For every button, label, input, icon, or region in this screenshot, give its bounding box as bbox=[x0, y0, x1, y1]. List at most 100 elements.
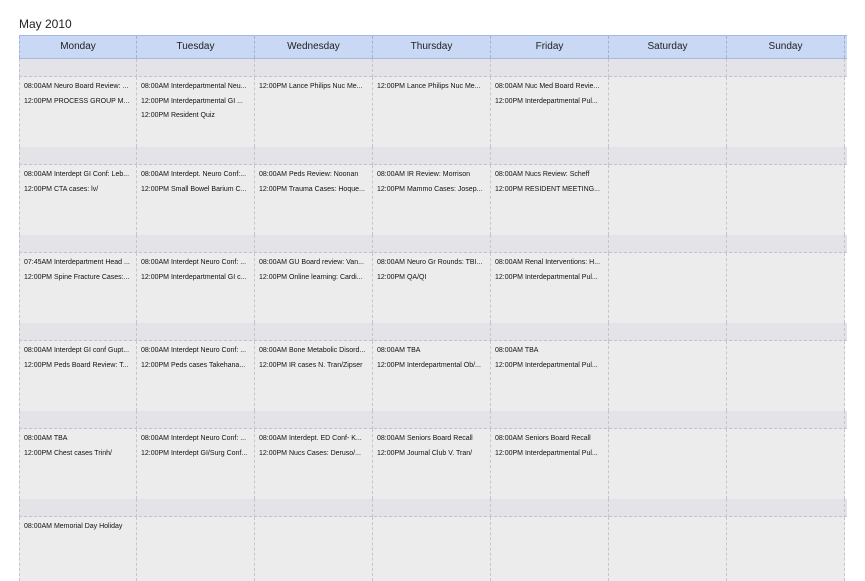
day-cell-saturday[interactable] bbox=[609, 253, 727, 323]
day-cell-wednesday[interactable]: 08:00AM Bone Metabolic Disord... 12:00PM … bbox=[255, 341, 373, 411]
day-cell-monday[interactable]: 07:45AM Interdepartment Head ... 12:00PM … bbox=[19, 253, 137, 323]
calendar-event[interactable]: 12:00PM Online learning: Cardi... bbox=[259, 271, 369, 286]
day-cell-tuesday[interactable]: 08:00AM Interdept. Neuro Conf:... 12:00PM… bbox=[137, 165, 255, 235]
calendar-event[interactable]: 12:00PM Small Bowel Barium C... bbox=[141, 183, 251, 198]
day-cell-saturday[interactable] bbox=[609, 429, 727, 499]
calendar-event[interactable]: 12:00PM Chest cases Trinh/ bbox=[24, 447, 133, 462]
day-cell-friday[interactable]: 08:00AM Nucs Review: Scheff 12:00PM RESID… bbox=[491, 165, 609, 235]
calendar-event[interactable]: 12:00PM Interdepartmental GI ... bbox=[141, 95, 251, 110]
day-cell-sunday[interactable] bbox=[727, 429, 845, 499]
calendar-event[interactable]: 12:00PM Peds cases Takehana... bbox=[141, 359, 251, 374]
day-cell-friday[interactable]: 08:00AM Renal Interventions: H... 12:00PM… bbox=[491, 253, 609, 323]
day-cell-monday[interactable]: 08:00AM Memorial Day Holiday bbox=[19, 517, 137, 581]
calendar-event[interactable]: 07:45AM Interdepartment Head ... bbox=[24, 256, 133, 271]
day-cell-tuesday[interactable]: 08:00AM Interdepartmental Neu... 12:00PM … bbox=[137, 77, 255, 147]
calendar-event[interactable]: 12:00PM Trauma Cases: Hoque... bbox=[259, 183, 369, 198]
day-cell-monday[interactable]: 08:00AM TBA 12:00PM Chest cases Trinh/ bbox=[19, 429, 137, 499]
calendar-event[interactable]: 12:00PM Spine Fracture Cases:... bbox=[24, 271, 133, 286]
day-cell-wednesday[interactable]: 08:00AM Interdept. ED Conf- K... 12:00PM … bbox=[255, 429, 373, 499]
calendar-event[interactable]: 12:00PM PROCESS GROUP M... bbox=[24, 95, 133, 110]
calendar-event[interactable]: 08:00AM Nuc Med Board Revie... bbox=[495, 80, 605, 95]
day-cell-thursday[interactable]: 08:00AM Seniors Board Recall 12:00PM Jour… bbox=[373, 429, 491, 499]
calendar-event[interactable]: 12:00PM Interdepartmental Pul... bbox=[495, 95, 605, 110]
calendar-event[interactable]: 12:00PM CTA cases: lv/ bbox=[24, 183, 133, 198]
day-cell-sunday[interactable] bbox=[727, 517, 845, 581]
calendar-event[interactable]: 12:00PM Peds Board Review: T... bbox=[24, 359, 133, 374]
calendar-event[interactable]: 08:00AM Interdept Neuro Conf: ... bbox=[141, 256, 251, 271]
day-cell-monday[interactable]: 08:00AM Interdept GI conf Gupt... 12:00PM… bbox=[19, 341, 137, 411]
calendar-event[interactable]: 08:00AM Nucs Review: Scheff bbox=[495, 168, 605, 183]
day-cell-friday[interactable] bbox=[491, 517, 609, 581]
calendar-event[interactable]: 08:00AM Interdept. Neuro Conf:... bbox=[141, 168, 251, 183]
day-cell-sunday[interactable] bbox=[727, 77, 845, 147]
calendar-event[interactable]: 12:00PM Resident Quiz bbox=[141, 109, 251, 124]
calendar-event[interactable]: 12:00PM Interdepartmental Ob/... bbox=[377, 359, 487, 374]
all-day-slot bbox=[19, 147, 137, 165]
day-cell-tuesday[interactable]: 08:00AM Interdept Neuro Conf: ... 12:00PM… bbox=[137, 429, 255, 499]
week-row: 08:00AM Memorial Day Holiday bbox=[19, 499, 847, 581]
calendar-event[interactable]: 08:00AM Bone Metabolic Disord... bbox=[259, 344, 369, 359]
calendar-event[interactable]: 12:00PM Nucs Cases: Deruso/... bbox=[259, 447, 369, 462]
calendar-event[interactable]: 12:00PM Lance Philips Nuc Me... bbox=[259, 80, 369, 95]
week-row: 07:45AM Interdepartment Head ... 12:00PM … bbox=[19, 235, 847, 323]
calendar-event[interactable]: 08:00AM Neuro Board Review: ... bbox=[24, 80, 133, 95]
all-day-slot bbox=[727, 59, 845, 77]
calendar-event[interactable]: 12:00PM RESIDENT MEETING... bbox=[495, 183, 605, 198]
day-cell-tuesday[interactable]: 08:00AM Interdept Neuro Conf: ... 12:00PM… bbox=[137, 253, 255, 323]
calendar-event[interactable]: 08:00AM TBA bbox=[377, 344, 487, 359]
day-cell-wednesday[interactable]: 08:00AM Peds Review: Noonan 12:00PM Traum… bbox=[255, 165, 373, 235]
calendar-event[interactable]: 08:00AM Peds Review: Noonan bbox=[259, 168, 369, 183]
calendar-event[interactable]: 08:00AM Interdept GI conf Gupt... bbox=[24, 344, 133, 359]
all-day-slot bbox=[609, 499, 727, 517]
day-cell-tuesday[interactable] bbox=[137, 517, 255, 581]
calendar-event[interactable]: 08:00AM Renal Interventions: H... bbox=[495, 256, 605, 271]
weekday-sunday: Sunday bbox=[727, 36, 845, 58]
calendar-event[interactable]: 08:00AM Memorial Day Holiday bbox=[24, 520, 133, 535]
day-cell-friday[interactable]: 08:00AM TBA 12:00PM Interdepartmental Pul… bbox=[491, 341, 609, 411]
calendar-event[interactable]: 08:00AM Neuro Gr Rounds: TBI... bbox=[377, 256, 487, 271]
day-cell-thursday[interactable]: 12:00PM Lance Philips Nuc Me... bbox=[373, 77, 491, 147]
day-cell-wednesday[interactable] bbox=[255, 517, 373, 581]
day-cell-saturday[interactable] bbox=[609, 517, 727, 581]
calendar-event[interactable]: 12:00PM Lance Philips Nuc Me... bbox=[377, 80, 487, 95]
all-day-slot bbox=[727, 323, 845, 341]
calendar-event[interactable]: 08:00AM Interdept GI Conf: Leb... bbox=[24, 168, 133, 183]
day-cell-saturday[interactable] bbox=[609, 341, 727, 411]
calendar-event[interactable]: 12:00PM QA/QI bbox=[377, 271, 487, 286]
day-cell-wednesday[interactable]: 08:00AM GU Board review: Van... 12:00PM O… bbox=[255, 253, 373, 323]
day-cell-sunday[interactable] bbox=[727, 165, 845, 235]
calendar-event[interactable]: 08:00AM Interdept Neuro Conf: ... bbox=[141, 344, 251, 359]
day-cell-thursday[interactable] bbox=[373, 517, 491, 581]
calendar-event[interactable]: 12:00PM Journal Club V. Tran/ bbox=[377, 447, 487, 462]
day-cell-saturday[interactable] bbox=[609, 165, 727, 235]
day-cell-monday[interactable]: 08:00AM Neuro Board Review: ... 12:00PM P… bbox=[19, 77, 137, 147]
calendar-event[interactable]: 08:00AM Interdept Neuro Conf: ... bbox=[141, 432, 251, 447]
month-title: May 2010 bbox=[19, 17, 72, 31]
calendar-event[interactable]: 12:00PM Interdepartmental Pul... bbox=[495, 447, 605, 462]
day-cell-thursday[interactable]: 08:00AM TBA 12:00PM Interdepartmental Ob/… bbox=[373, 341, 491, 411]
day-cell-wednesday[interactable]: 12:00PM Lance Philips Nuc Me... bbox=[255, 77, 373, 147]
calendar-event[interactable]: 08:00AM Seniors Board Recall bbox=[377, 432, 487, 447]
calendar-event[interactable]: 08:00AM Interdept. ED Conf- K... bbox=[259, 432, 369, 447]
calendar-event[interactable]: 12:00PM Interdepartmental Pul... bbox=[495, 271, 605, 286]
calendar-event[interactable]: 12:00PM Interdept GI/Surg Conf... bbox=[141, 447, 251, 462]
calendar-event[interactable]: 12:00PM Interdepartmental Pul... bbox=[495, 359, 605, 374]
day-cell-friday[interactable]: 08:00AM Nuc Med Board Revie... 12:00PM In… bbox=[491, 77, 609, 147]
calendar-event[interactable]: 08:00AM TBA bbox=[495, 344, 605, 359]
day-cell-saturday[interactable] bbox=[609, 77, 727, 147]
calendar-event[interactable]: 12:00PM IR cases N. Tran/Zipser bbox=[259, 359, 369, 374]
calendar-event[interactable]: 08:00AM TBA bbox=[24, 432, 133, 447]
day-cell-sunday[interactable] bbox=[727, 253, 845, 323]
day-cell-tuesday[interactable]: 08:00AM Interdept Neuro Conf: ... 12:00PM… bbox=[137, 341, 255, 411]
calendar-event[interactable]: 08:00AM IR Review: Morrison bbox=[377, 168, 487, 183]
day-cell-thursday[interactable]: 08:00AM IR Review: Morrison 12:00PM Mammo… bbox=[373, 165, 491, 235]
day-cell-sunday[interactable] bbox=[727, 341, 845, 411]
calendar-event[interactable]: 08:00AM Interdepartmental Neu... bbox=[141, 80, 251, 95]
calendar-event[interactable]: 12:00PM Interdepartmental GI c... bbox=[141, 271, 251, 286]
day-cell-friday[interactable]: 08:00AM Seniors Board Recall 12:00PM Inte… bbox=[491, 429, 609, 499]
day-cell-monday[interactable]: 08:00AM Interdept GI Conf: Leb... 12:00PM… bbox=[19, 165, 137, 235]
calendar-event[interactable]: 12:00PM Mammo Cases: Josep... bbox=[377, 183, 487, 198]
day-cell-thursday[interactable]: 08:00AM Neuro Gr Rounds: TBI... 12:00PM Q… bbox=[373, 253, 491, 323]
calendar-event[interactable]: 08:00AM Seniors Board Recall bbox=[495, 432, 605, 447]
calendar-event[interactable]: 08:00AM GU Board review: Van... bbox=[259, 256, 369, 271]
